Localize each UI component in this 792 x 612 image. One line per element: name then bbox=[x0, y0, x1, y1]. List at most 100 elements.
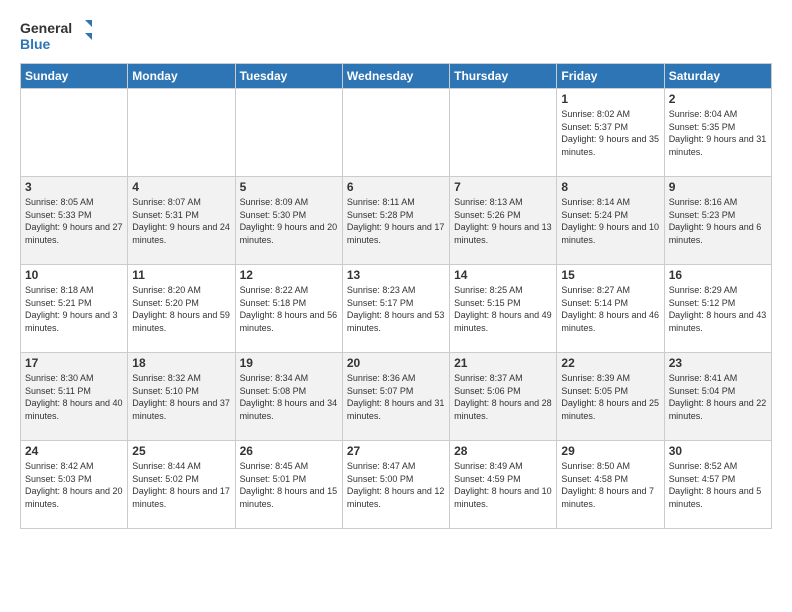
calendar-week-row: 17 Sunrise: 8:30 AM Sunset: 5:11 PM Dayli… bbox=[21, 353, 772, 441]
weekday-header: Saturday bbox=[664, 64, 771, 89]
calendar-cell bbox=[235, 89, 342, 177]
calendar-cell: 13 Sunrise: 8:23 AM Sunset: 5:17 PM Dayli… bbox=[342, 265, 449, 353]
weekday-header: Sunday bbox=[21, 64, 128, 89]
day-number: 17 bbox=[25, 356, 123, 370]
calendar-cell: 3 Sunrise: 8:05 AM Sunset: 5:33 PM Daylig… bbox=[21, 177, 128, 265]
calendar-cell: 11Sunrise: 8:20 AM Sunset: 5:20 PM Dayli… bbox=[128, 265, 235, 353]
calendar-cell: 1 Sunrise: 8:02 AM Sunset: 5:37 PM Daylig… bbox=[557, 89, 664, 177]
day-number: 4 bbox=[132, 180, 230, 194]
day-number: 18 bbox=[132, 356, 230, 370]
calendar-week-row: 10 Sunrise: 8:18 AM Sunset: 5:21 PM Dayli… bbox=[21, 265, 772, 353]
weekday-header: Thursday bbox=[450, 64, 557, 89]
calendar-page: General Blue SundayMondayTuesdayWednesda… bbox=[0, 0, 792, 612]
day-info: Sunrise: 8:50 AM Sunset: 4:58 PM Dayligh… bbox=[561, 460, 659, 510]
day-info: Sunrise: 8:18 AM Sunset: 5:21 PM Dayligh… bbox=[25, 284, 123, 334]
day-info: Sunrise: 8:29 AM Sunset: 5:12 PM Dayligh… bbox=[669, 284, 767, 334]
day-info: Sunrise: 8:36 AM Sunset: 5:07 PM Dayligh… bbox=[347, 372, 445, 422]
calendar-week-row: 24Sunrise: 8:42 AM Sunset: 5:03 PM Dayli… bbox=[21, 441, 772, 529]
svg-text:General: General bbox=[20, 20, 72, 36]
day-number: 8 bbox=[561, 180, 659, 194]
weekday-header: Monday bbox=[128, 64, 235, 89]
calendar-cell: 29 Sunrise: 8:50 AM Sunset: 4:58 PM Dayli… bbox=[557, 441, 664, 529]
day-info: Sunrise: 8:05 AM Sunset: 5:33 PM Dayligh… bbox=[25, 196, 123, 246]
calendar-cell: 26 Sunrise: 8:45 AM Sunset: 5:01 PM Dayli… bbox=[235, 441, 342, 529]
day-info: Sunrise: 8:52 AM Sunset: 4:57 PM Dayligh… bbox=[669, 460, 767, 510]
day-number: 30 bbox=[669, 444, 767, 458]
day-number: 25 bbox=[132, 444, 230, 458]
svg-text:Blue: Blue bbox=[20, 36, 51, 52]
calendar-cell: 7 Sunrise: 8:13 AM Sunset: 5:26 PM Daylig… bbox=[450, 177, 557, 265]
day-number: 21 bbox=[454, 356, 552, 370]
day-number: 7 bbox=[454, 180, 552, 194]
day-number: 6 bbox=[347, 180, 445, 194]
calendar-cell: 16Sunrise: 8:29 AM Sunset: 5:12 PM Dayli… bbox=[664, 265, 771, 353]
day-info: Sunrise: 8:02 AM Sunset: 5:37 PM Dayligh… bbox=[561, 108, 659, 158]
day-number: 26 bbox=[240, 444, 338, 458]
calendar-cell: 6 Sunrise: 8:11 AM Sunset: 5:28 PM Daylig… bbox=[342, 177, 449, 265]
day-info: Sunrise: 8:32 AM Sunset: 5:10 PM Dayligh… bbox=[132, 372, 230, 422]
calendar-week-row: 1 Sunrise: 8:02 AM Sunset: 5:37 PM Daylig… bbox=[21, 89, 772, 177]
day-number: 5 bbox=[240, 180, 338, 194]
day-number: 20 bbox=[347, 356, 445, 370]
day-info: Sunrise: 8:41 AM Sunset: 5:04 PM Dayligh… bbox=[669, 372, 767, 422]
calendar-cell: 22 Sunrise: 8:39 AM Sunset: 5:05 PM Dayli… bbox=[557, 353, 664, 441]
day-info: Sunrise: 8:14 AM Sunset: 5:24 PM Dayligh… bbox=[561, 196, 659, 246]
day-info: Sunrise: 8:16 AM Sunset: 5:23 PM Dayligh… bbox=[669, 196, 767, 246]
day-info: Sunrise: 8:13 AM Sunset: 5:26 PM Dayligh… bbox=[454, 196, 552, 246]
calendar-cell: 27Sunrise: 8:47 AM Sunset: 5:00 PM Dayli… bbox=[342, 441, 449, 529]
day-info: Sunrise: 8:27 AM Sunset: 5:14 PM Dayligh… bbox=[561, 284, 659, 334]
calendar-cell: 21 Sunrise: 8:37 AM Sunset: 5:06 PM Dayli… bbox=[450, 353, 557, 441]
day-number: 3 bbox=[25, 180, 123, 194]
day-number: 22 bbox=[561, 356, 659, 370]
day-number: 10 bbox=[25, 268, 123, 282]
weekday-header: Wednesday bbox=[342, 64, 449, 89]
logo-svg: General Blue bbox=[20, 15, 100, 55]
calendar-cell bbox=[21, 89, 128, 177]
weekday-header: Friday bbox=[557, 64, 664, 89]
calendar-cell: 25Sunrise: 8:44 AM Sunset: 5:02 PM Dayli… bbox=[128, 441, 235, 529]
day-info: Sunrise: 8:07 AM Sunset: 5:31 PM Dayligh… bbox=[132, 196, 230, 246]
day-number: 14 bbox=[454, 268, 552, 282]
calendar-cell: 10 Sunrise: 8:18 AM Sunset: 5:21 PM Dayli… bbox=[21, 265, 128, 353]
logo: General Blue bbox=[20, 15, 100, 55]
day-number: 19 bbox=[240, 356, 338, 370]
day-info: Sunrise: 8:45 AM Sunset: 5:01 PM Dayligh… bbox=[240, 460, 338, 510]
day-number: 2 bbox=[669, 92, 767, 106]
calendar-cell bbox=[342, 89, 449, 177]
calendar-cell: 30 Sunrise: 8:52 AM Sunset: 4:57 PM Dayli… bbox=[664, 441, 771, 529]
calendar-cell: 17 Sunrise: 8:30 AM Sunset: 5:11 PM Dayli… bbox=[21, 353, 128, 441]
calendar-cell: 15 Sunrise: 8:27 AM Sunset: 5:14 PM Dayli… bbox=[557, 265, 664, 353]
day-number: 13 bbox=[347, 268, 445, 282]
day-number: 1 bbox=[561, 92, 659, 106]
day-info: Sunrise: 8:42 AM Sunset: 5:03 PM Dayligh… bbox=[25, 460, 123, 510]
day-info: Sunrise: 8:25 AM Sunset: 5:15 PM Dayligh… bbox=[454, 284, 552, 334]
calendar-cell: 24Sunrise: 8:42 AM Sunset: 5:03 PM Dayli… bbox=[21, 441, 128, 529]
day-info: Sunrise: 8:09 AM Sunset: 5:30 PM Dayligh… bbox=[240, 196, 338, 246]
calendar-cell: 20 Sunrise: 8:36 AM Sunset: 5:07 PM Dayli… bbox=[342, 353, 449, 441]
day-number: 15 bbox=[561, 268, 659, 282]
day-info: Sunrise: 8:23 AM Sunset: 5:17 PM Dayligh… bbox=[347, 284, 445, 334]
calendar-cell: 12Sunrise: 8:22 AM Sunset: 5:18 PM Dayli… bbox=[235, 265, 342, 353]
header: General Blue bbox=[20, 15, 772, 55]
calendar-cell: 2 Sunrise: 8:04 AM Sunset: 5:35 PM Daylig… bbox=[664, 89, 771, 177]
calendar-week-row: 3 Sunrise: 8:05 AM Sunset: 5:33 PM Daylig… bbox=[21, 177, 772, 265]
day-info: Sunrise: 8:20 AM Sunset: 5:20 PM Dayligh… bbox=[132, 284, 230, 334]
day-number: 29 bbox=[561, 444, 659, 458]
weekday-header: Tuesday bbox=[235, 64, 342, 89]
day-info: Sunrise: 8:11 AM Sunset: 5:28 PM Dayligh… bbox=[347, 196, 445, 246]
day-info: Sunrise: 8:39 AM Sunset: 5:05 PM Dayligh… bbox=[561, 372, 659, 422]
day-info: Sunrise: 8:30 AM Sunset: 5:11 PM Dayligh… bbox=[25, 372, 123, 422]
day-info: Sunrise: 8:34 AM Sunset: 5:08 PM Dayligh… bbox=[240, 372, 338, 422]
day-info: Sunrise: 8:49 AM Sunset: 4:59 PM Dayligh… bbox=[454, 460, 552, 510]
day-number: 12 bbox=[240, 268, 338, 282]
day-info: Sunrise: 8:37 AM Sunset: 5:06 PM Dayligh… bbox=[454, 372, 552, 422]
day-number: 9 bbox=[669, 180, 767, 194]
day-number: 23 bbox=[669, 356, 767, 370]
calendar-cell: 4 Sunrise: 8:07 AM Sunset: 5:31 PM Daylig… bbox=[128, 177, 235, 265]
calendar-cell bbox=[128, 89, 235, 177]
calendar-cell bbox=[450, 89, 557, 177]
day-info: Sunrise: 8:04 AM Sunset: 5:35 PM Dayligh… bbox=[669, 108, 767, 158]
calendar-cell: 18 Sunrise: 8:32 AM Sunset: 5:10 PM Dayli… bbox=[128, 353, 235, 441]
calendar-cell: 19 Sunrise: 8:34 AM Sunset: 5:08 PM Dayli… bbox=[235, 353, 342, 441]
day-number: 28 bbox=[454, 444, 552, 458]
